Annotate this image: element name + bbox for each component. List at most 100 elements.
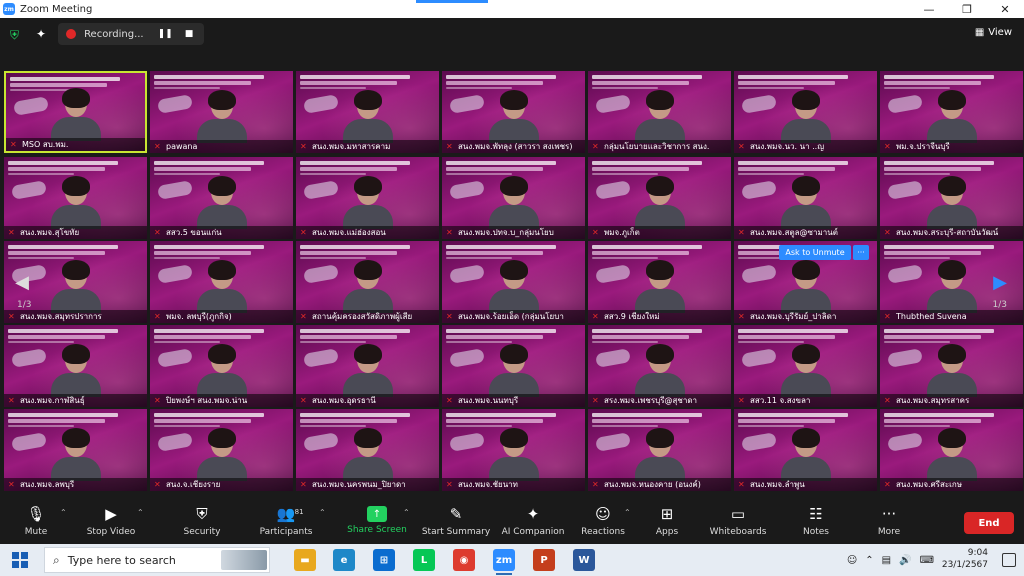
participant-name: สรง.พมจ.เพชรบุรี@สุชาดา bbox=[604, 396, 698, 405]
end-meeting-button[interactable]: End bbox=[964, 512, 1014, 534]
ai-sparkle-icon[interactable]: ✦ bbox=[36, 27, 46, 41]
next-page-icon[interactable]: ▶ bbox=[990, 268, 1010, 296]
store-icon[interactable]: ⊞ bbox=[373, 549, 395, 571]
participants-button[interactable]: 👥 81 Participants bbox=[251, 504, 321, 537]
participant-tile[interactable]: ✕ สนง.พมจ.นครพนม_ปิยาดา bbox=[296, 409, 439, 491]
participant-tile[interactable]: ✕ สนง.พมจ.ศรีสะเกษ bbox=[880, 409, 1023, 491]
participant-tile[interactable]: ✕ สนง.พมจ.ร้อยเอ็ด (กลุ่มนโยบา bbox=[442, 241, 585, 323]
powerpoint-icon[interactable]: P bbox=[533, 549, 555, 571]
muted-mic-icon: ✕ bbox=[884, 312, 891, 321]
minimize-button[interactable]: — bbox=[910, 0, 948, 18]
start-summary-button[interactable]: ✎ Start Summary bbox=[421, 504, 491, 537]
participant-tile[interactable]: ✕ สนง.พมจ.สมุทรสาคร bbox=[880, 325, 1023, 407]
notification-icon[interactable] bbox=[1002, 553, 1016, 567]
tile-name-bar: ✕ สนง.จ.เชียงราย bbox=[150, 478, 293, 491]
tile-more-button[interactable]: ··· bbox=[853, 245, 869, 260]
share-chevron-icon[interactable]: ⌃ bbox=[403, 508, 410, 517]
participant-tile[interactable]: ✕ พม.จ.ปราจีนบุรี bbox=[880, 71, 1023, 153]
participant-name: พม.จ.ปราจีนบุรี bbox=[896, 142, 950, 151]
participant-video bbox=[925, 176, 979, 229]
event-banner bbox=[592, 75, 702, 91]
microphone-icon: 🎙 bbox=[26, 505, 46, 523]
close-button[interactable]: ✕ bbox=[986, 0, 1024, 18]
participant-tile[interactable]: ✕ สนง.พมจ.ชัยนาท bbox=[442, 409, 585, 491]
participant-tile[interactable]: ✕ สนง.พมจ.นนทบุรี bbox=[442, 325, 585, 407]
pause-recording-icon[interactable]: ❚❚ bbox=[158, 29, 173, 39]
muted-mic-icon: ✕ bbox=[446, 228, 453, 237]
line-icon[interactable]: L bbox=[413, 549, 435, 571]
word-icon[interactable]: W bbox=[573, 549, 595, 571]
participant-tile[interactable]: ✕ สนง.พมจ.สุโขทัย bbox=[4, 157, 147, 239]
participant-tile[interactable]: ✕ MSO สบ.พม. bbox=[4, 71, 147, 153]
more-dots-icon: ··· bbox=[881, 505, 897, 523]
keyboard-icon[interactable]: ⌨ bbox=[920, 555, 934, 566]
participant-tile[interactable]: ✕ สนง.พมจ.มหาสารคาม bbox=[296, 71, 439, 153]
participant-tile[interactable]: ✕ สสว.9 เชียงใหม่ bbox=[588, 241, 731, 323]
active-indicator bbox=[416, 0, 488, 3]
participant-tile[interactable]: ✕ พมจ. ลพบุรี(ภูกกิจ) bbox=[150, 241, 293, 323]
view-button[interactable]: ▦ View bbox=[975, 27, 1012, 38]
participant-video bbox=[633, 428, 687, 481]
windows-start-icon[interactable] bbox=[12, 552, 28, 568]
security-button[interactable]: ⛨ Security bbox=[167, 504, 237, 537]
participant-tile[interactable]: ✕ ปิยพงษ์ฯ สนง.พมจ.น่าน bbox=[150, 325, 293, 407]
apps-button[interactable]: ⊞ Apps bbox=[632, 504, 702, 537]
event-banner bbox=[154, 161, 264, 177]
participant-name: สนง.พมจ.นว. นา ..ญ bbox=[750, 142, 825, 151]
taskbar-search-box[interactable]: ⌕ Type here to search bbox=[44, 547, 270, 573]
participant-video bbox=[49, 176, 103, 229]
apps-icon: ⊞ bbox=[660, 505, 674, 523]
muted-mic-icon: ✕ bbox=[592, 396, 599, 405]
chrome-icon[interactable]: ◉ bbox=[453, 549, 475, 571]
participant-tile[interactable]: ✕ พมจ.ภูเก็ต bbox=[588, 157, 731, 239]
restore-button[interactable]: ❐ bbox=[948, 0, 986, 18]
share-screen-button[interactable]: ↑ Share Screen bbox=[342, 504, 412, 535]
more-button[interactable]: ··· More bbox=[854, 504, 924, 537]
participant-video bbox=[779, 344, 833, 397]
participant-tile[interactable]: ✕ สนง.พมจ.พัทลุง (สาวรา สงเพชร) bbox=[442, 71, 585, 153]
network-icon[interactable]: ▤ bbox=[882, 555, 891, 566]
ai-companion-icon: ✦ bbox=[526, 505, 540, 523]
participant-tile[interactable]: ✕ สนง.พมจ.นว. นา ..ญ bbox=[734, 71, 877, 153]
participant-tile[interactable]: ✕ สนง.พมจ.สตูล@ซามานต์ bbox=[734, 157, 877, 239]
participant-tile[interactable]: ✕ กลุ่มนโยบายและวิชาการ สนง. bbox=[588, 71, 731, 153]
participant-tile[interactable]: ✕ pawana bbox=[150, 71, 293, 153]
file-explorer-icon[interactable]: ▬ bbox=[294, 549, 316, 571]
participant-tile[interactable]: ✕ สนง.พมจ.หนองคาย (อนงค์) bbox=[588, 409, 731, 491]
stop-recording-icon[interactable]: ■ bbox=[185, 29, 194, 39]
event-banner bbox=[884, 413, 994, 429]
participant-tile[interactable]: ✕ สรง.พมจ.เพชรบุรี@สุชาดา bbox=[588, 325, 731, 407]
participant-video bbox=[341, 260, 395, 313]
previous-page-icon[interactable]: ◀ bbox=[12, 268, 32, 296]
event-banner bbox=[154, 245, 264, 261]
participant-tile[interactable]: ✕ สถานคุ้มครองสวัสดิภาพผู้เสีย bbox=[296, 241, 439, 323]
participant-tile[interactable]: ✕ สสว.5 ขอนแก่น bbox=[150, 157, 293, 239]
notes-button[interactable]: ☷ Notes bbox=[781, 504, 851, 537]
participant-tile[interactable]: ✕ สสว.11 จ.สงขลา bbox=[734, 325, 877, 407]
participant-tile[interactable]: ✕ สนง.พมจ.สระบุรี-สถาบันวัฒน์ bbox=[880, 157, 1023, 239]
chevron-up-icon[interactable]: ⌃ bbox=[865, 555, 873, 566]
zoom-taskbar-icon[interactable]: zm bbox=[493, 549, 515, 575]
participant-tile[interactable]: ✕ สนง.พมจ.ลพบุรี bbox=[4, 409, 147, 491]
participant-tile[interactable]: ✕ สนง.พมจ.อุดรธานี bbox=[296, 325, 439, 407]
whiteboards-button[interactable]: ▭ Whiteboards bbox=[703, 504, 773, 537]
reactions-chevron-icon[interactable]: ⌃ bbox=[624, 508, 631, 517]
video-options-chevron-icon[interactable]: ⌃ bbox=[137, 508, 144, 517]
participant-name: สสว.9 เชียงใหม่ bbox=[604, 312, 660, 321]
participants-chevron-icon[interactable]: ⌃ bbox=[319, 508, 326, 517]
ask-to-unmute-button[interactable]: Ask to Unmute bbox=[779, 245, 851, 260]
volume-icon[interactable]: 🔊 bbox=[899, 555, 911, 566]
people-icon[interactable]: ☺ bbox=[847, 555, 857, 566]
participant-tile[interactable]: ✕ สนง.พมจ.กาฬสินธุ์ bbox=[4, 325, 147, 407]
ai-companion-button[interactable]: ✦ AI Companion bbox=[498, 504, 568, 537]
taskbar-clock[interactable]: 9:04 23/1/2567 bbox=[942, 547, 988, 571]
participant-tile[interactable]: ✕ สนง.จ.เชียงราย bbox=[150, 409, 293, 491]
participant-tile[interactable]: ✕ สนง.พมจ.ลำพูน bbox=[734, 409, 877, 491]
edge-icon[interactable]: e bbox=[333, 549, 355, 571]
shield-icon[interactable]: ⛨ bbox=[10, 28, 22, 42]
stop-video-button[interactable]: ▶ Stop Video bbox=[76, 504, 146, 537]
participant-tile[interactable]: ✕ สนง.พมจ.ปทจ.บ_กลุ่มนโยบ bbox=[442, 157, 585, 239]
participant-tile[interactable]: ✕ สนง.พมจ.แม่ฮ่องสอน bbox=[296, 157, 439, 239]
tile-name-bar: ✕ สนง.พมจ.นว. นา ..ญ bbox=[734, 140, 877, 153]
audio-options-chevron-icon[interactable]: ⌃ bbox=[60, 508, 67, 517]
